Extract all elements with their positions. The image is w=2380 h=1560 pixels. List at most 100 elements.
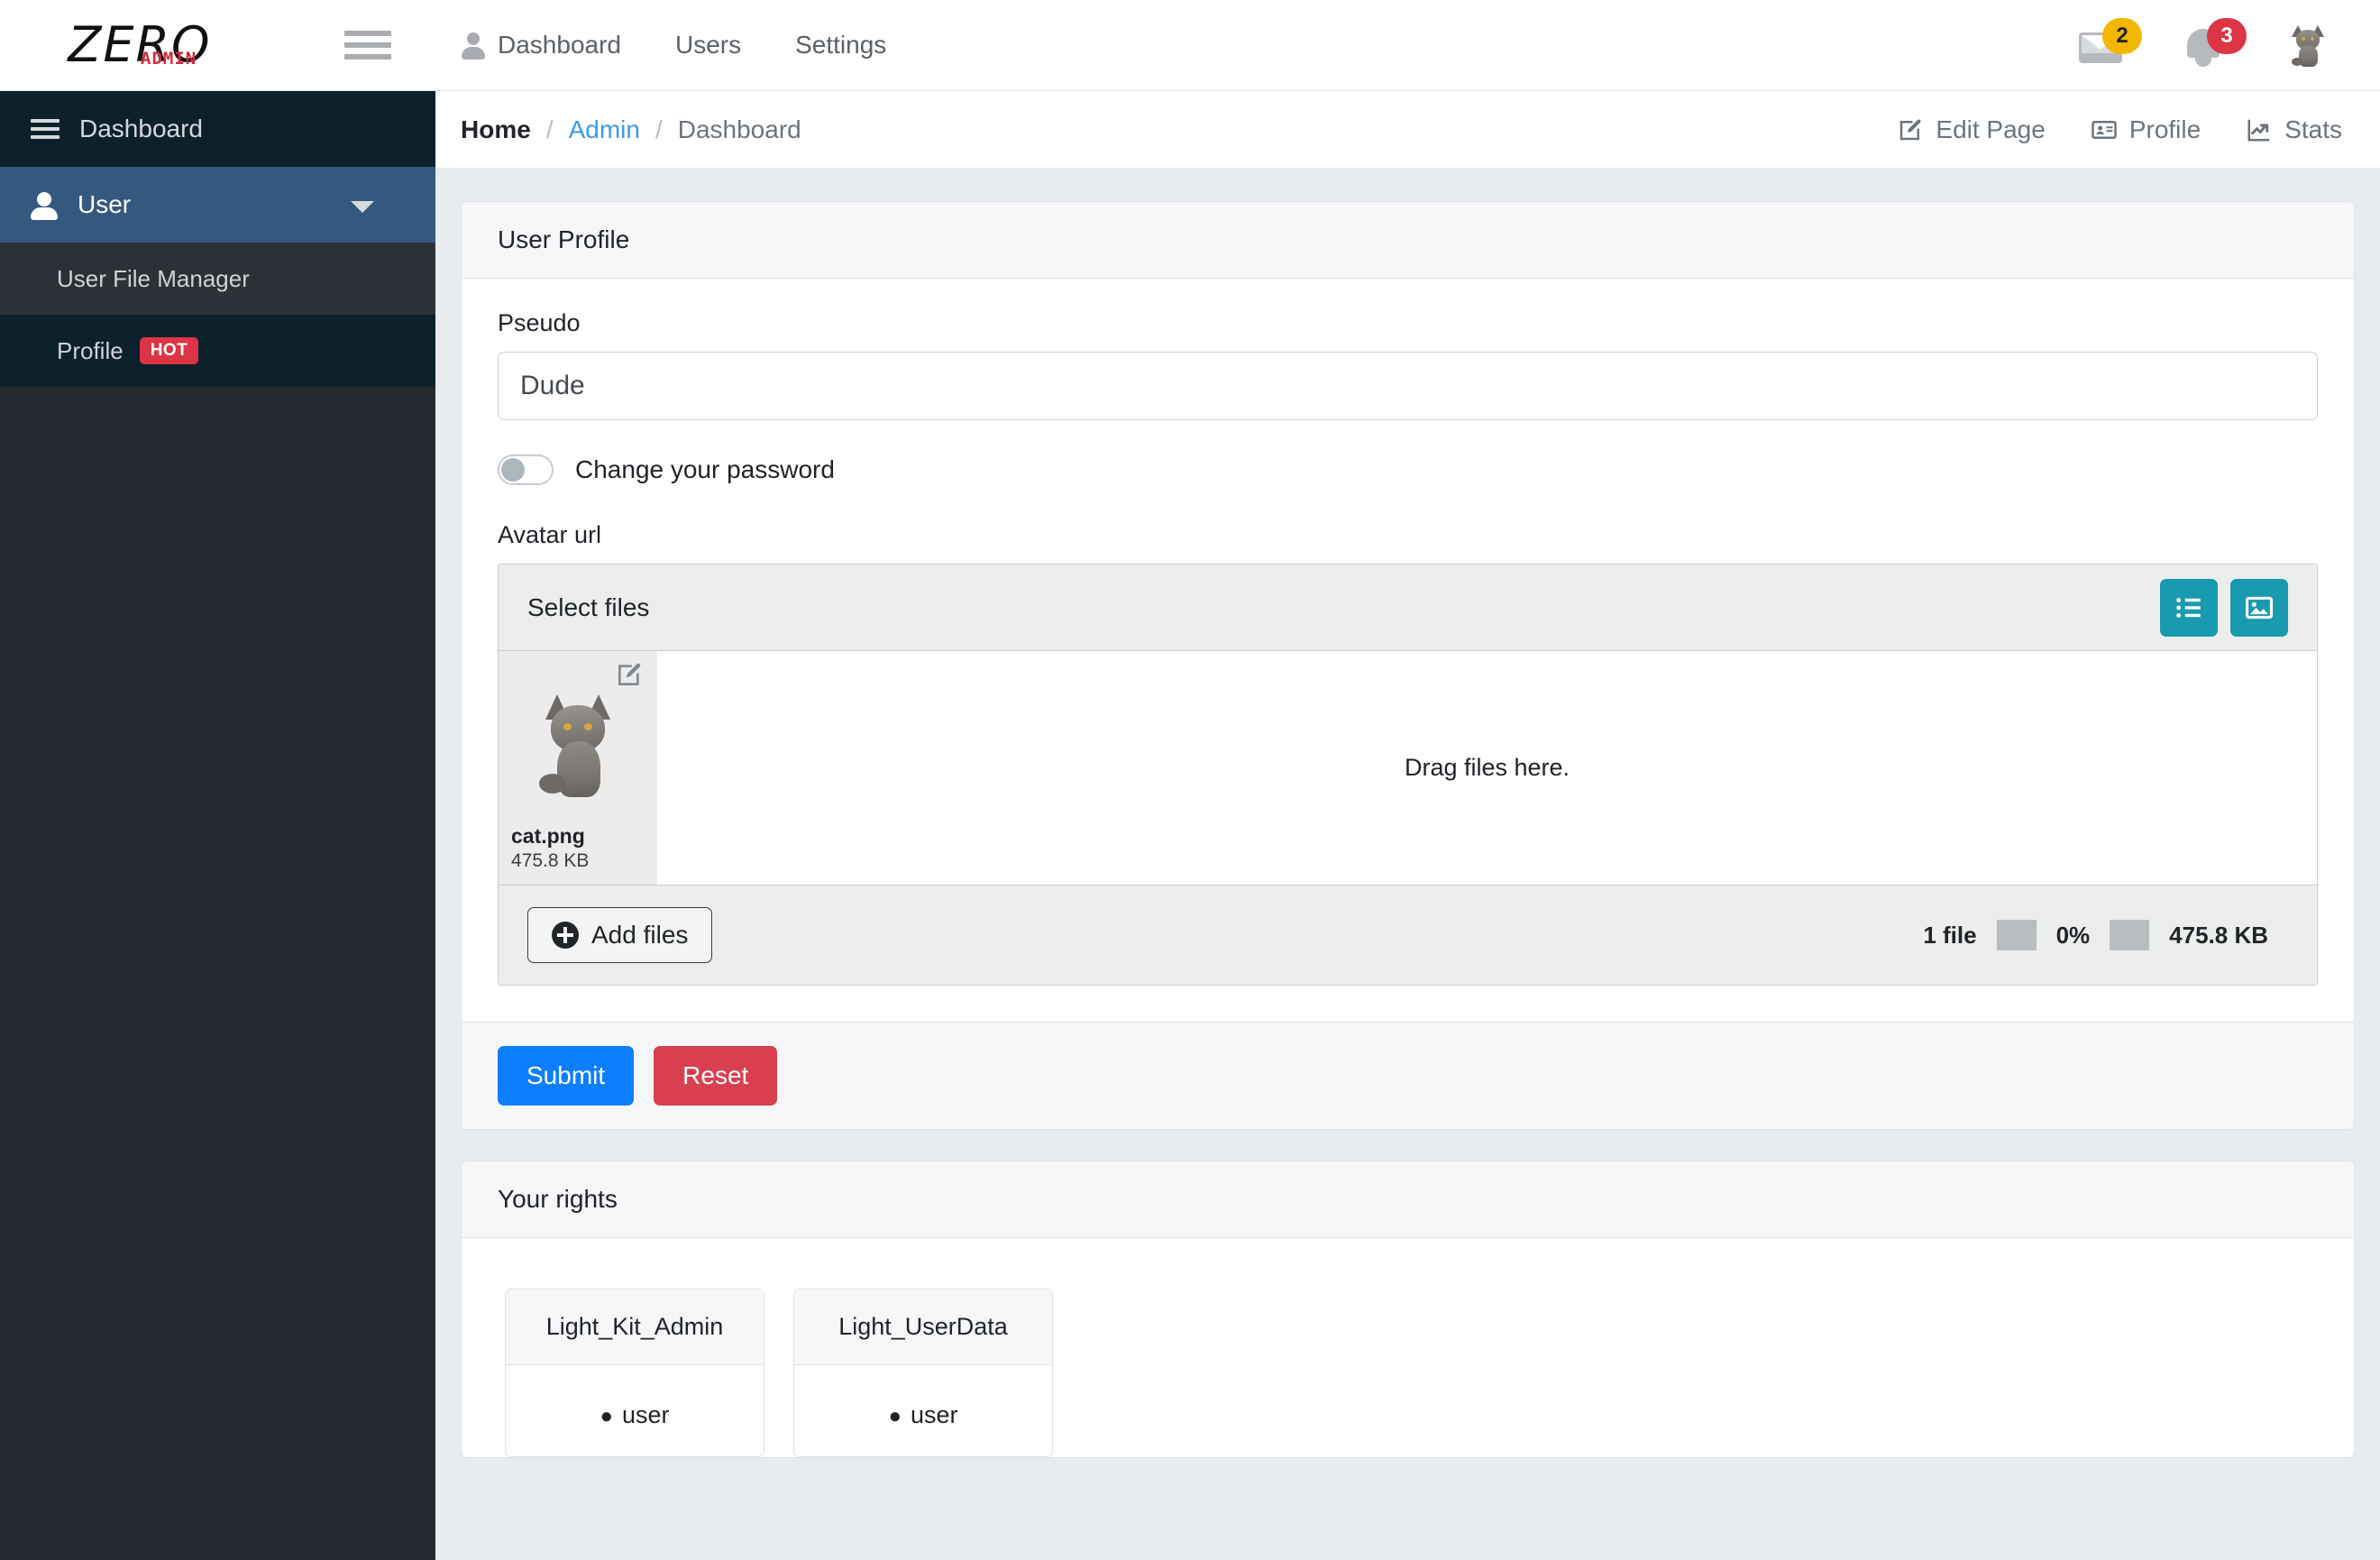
edit-page-button[interactable]: Edit Page bbox=[1897, 115, 2046, 144]
plus-circle-icon bbox=[552, 922, 579, 949]
grid-view-button[interactable] bbox=[2230, 578, 2288, 637]
pseudo-input[interactable] bbox=[498, 352, 2318, 420]
user-profile-card-footer: Submit Reset bbox=[462, 1022, 2354, 1129]
edit-file-icon[interactable] bbox=[614, 660, 645, 689]
hamburger-bar bbox=[344, 31, 391, 36]
file-uploader: Select files cat.png 475.8 KB Drag files… bbox=[498, 564, 2318, 986]
stats-label: Stats bbox=[2284, 115, 2342, 143]
cat-avatar-icon bbox=[2288, 23, 2328, 67]
content-area: User Profile Pseudo Change your password… bbox=[435, 169, 2380, 1458]
breadcrumb-separator: / bbox=[545, 115, 554, 143]
change-password-toggle[interactable] bbox=[498, 454, 554, 485]
your-rights-card-body: Light_Kit_Admin ● user Light_UserData ● us… bbox=[462, 1238, 2354, 1457]
uploader-view-buttons bbox=[2160, 578, 2288, 637]
status-badge: HOT bbox=[139, 337, 199, 364]
sidebar-item-user-file-manager-label: User File Manager bbox=[57, 264, 250, 292]
sidebar: Dashboard User User File Manager Profile… bbox=[0, 91, 435, 1560]
your-rights-card-title: Your rights bbox=[462, 1161, 2354, 1238]
stats-button[interactable]: Stats bbox=[2246, 115, 2342, 144]
rights-group-name: Light_Kit_Admin bbox=[506, 1289, 764, 1365]
notifications-button[interactable]: 3 bbox=[2183, 18, 2247, 67]
user-profile-card: User Profile Pseudo Change your password… bbox=[461, 201, 2355, 1130]
hamburger-bar bbox=[344, 54, 391, 60]
uploader-header: Select files bbox=[499, 564, 2317, 651]
sidebar-item-profile[interactable]: Profile HOT bbox=[0, 315, 435, 387]
uploader-progress-percent: 0% bbox=[2055, 921, 2091, 949]
your-rights-card: Your rights Light_Kit_Admin ● user Light_… bbox=[461, 1161, 2355, 1458]
rights-group-name: Light_UserData bbox=[794, 1289, 1052, 1365]
rights-group-items: ● user bbox=[794, 1365, 1052, 1456]
list-view-button[interactable] bbox=[2160, 578, 2218, 637]
rights-item-label: user bbox=[621, 1401, 670, 1428]
toggle-knob bbox=[501, 458, 525, 482]
avatar-url-label: Avatar url bbox=[498, 521, 602, 548]
bullet-icon: ● bbox=[888, 1404, 902, 1428]
hamburger-bar bbox=[344, 42, 391, 48]
breadcrumb: Home / Admin / Dashboard bbox=[461, 115, 801, 144]
pseudo-label: Pseudo bbox=[498, 309, 581, 336]
uploader-total-size: 475.8 KB bbox=[2169, 921, 2268, 949]
sidebar-item-user-label: User bbox=[78, 190, 132, 218]
messages-badge: 2 bbox=[2102, 18, 2142, 54]
nav-link-users-label: Users bbox=[674, 31, 742, 59]
edit-square-icon bbox=[1900, 119, 1921, 140]
user-profile-card-title: User Profile bbox=[462, 202, 2354, 279]
sidebar-item-dashboard-label: Dashboard bbox=[79, 115, 203, 142]
profile-button[interactable]: Profile bbox=[2091, 115, 2201, 144]
file-name: cat.png bbox=[511, 824, 585, 848]
nav-link-settings[interactable]: Settings bbox=[795, 31, 886, 60]
notifications-badge: 3 bbox=[2207, 18, 2247, 54]
user-profile-card-body: Pseudo Change your password Avatar url S… bbox=[462, 279, 2354, 1022]
file-item[interactable]: cat.png 475.8 KB bbox=[499, 651, 657, 885]
submit-button[interactable]: Submit bbox=[498, 1046, 635, 1106]
change-password-label: Change your password bbox=[575, 455, 835, 483]
rights-group-items: ● user bbox=[506, 1365, 764, 1456]
nav-link-dashboard[interactable]: Dashboard bbox=[462, 31, 621, 60]
drop-hint-text: Drag files here. bbox=[1404, 754, 1570, 781]
page-actions: Edit Page Profile Stats bbox=[1897, 115, 2342, 144]
sidebar-item-user-file-manager[interactable]: User File Manager bbox=[0, 243, 435, 315]
top-navbar: ZERO ADMIN Dashboard Users Settings 2 3 bbox=[0, 0, 2380, 91]
brand-logo[interactable]: ZERO ADMIN bbox=[0, 0, 279, 90]
breadcrumb-bar: Home / Admin / Dashboard Edit Page Profi… bbox=[435, 91, 2380, 169]
cat-thumbnail-icon bbox=[531, 691, 625, 797]
edit-page-label: Edit Page bbox=[1936, 115, 2046, 143]
nav-link-dashboard-label: Dashboard bbox=[498, 31, 621, 59]
sidebar-item-profile-label: Profile bbox=[57, 336, 124, 364]
sidebar-item-user[interactable]: User bbox=[0, 167, 435, 243]
breadcrumb-home[interactable]: Home bbox=[461, 115, 531, 144]
menu-toggle-icon[interactable] bbox=[344, 31, 391, 60]
add-files-button[interactable]: Add files bbox=[527, 907, 713, 963]
reset-button[interactable]: Reset bbox=[654, 1046, 778, 1106]
list-item: ● user bbox=[515, 1401, 755, 1429]
hamburger-icon bbox=[31, 119, 60, 139]
breadcrumb-current: Dashboard bbox=[677, 115, 801, 143]
select-files-label: Select files bbox=[527, 592, 650, 621]
id-card-icon bbox=[2092, 120, 2117, 139]
sidebar-item-dashboard[interactable]: Dashboard bbox=[0, 91, 435, 167]
top-nav-links: Dashboard Users Settings bbox=[462, 31, 886, 60]
divider bbox=[1996, 920, 2037, 950]
avatar[interactable] bbox=[2288, 23, 2328, 67]
breadcrumb-admin[interactable]: Admin bbox=[569, 115, 640, 144]
list-item: ● user bbox=[803, 1401, 1043, 1429]
user-icon bbox=[462, 32, 485, 60]
breadcrumb-separator: / bbox=[654, 115, 663, 143]
nav-link-users[interactable]: Users bbox=[675, 31, 741, 60]
rights-group: Light_Kit_Admin ● user bbox=[505, 1289, 764, 1457]
change-password-row: Change your password bbox=[498, 454, 2318, 485]
file-size: 475.8 KB bbox=[511, 850, 590, 871]
uploader-footer: Add files 1 file 0% 475.8 KB bbox=[499, 886, 2317, 985]
image-icon bbox=[2245, 596, 2274, 619]
uploader-dropzone[interactable]: cat.png 475.8 KB Drag files here. bbox=[499, 651, 2317, 886]
main-content: Home / Admin / Dashboard Edit Page Profi… bbox=[435, 91, 2380, 1560]
top-right-actions: 2 3 bbox=[2079, 18, 2380, 67]
messages-button[interactable]: 2 bbox=[2079, 18, 2142, 67]
nav-link-settings-label: Settings bbox=[795, 31, 887, 59]
rights-group: Light_UserData ● user bbox=[793, 1289, 1053, 1457]
brand-logo-admin: ADMIN bbox=[141, 49, 197, 69]
uploader-stats: 1 file 0% 475.8 KB bbox=[1903, 920, 2288, 950]
chevron-down-icon bbox=[351, 201, 374, 213]
divider bbox=[2110, 920, 2150, 950]
rights-item-label: user bbox=[910, 1401, 958, 1428]
